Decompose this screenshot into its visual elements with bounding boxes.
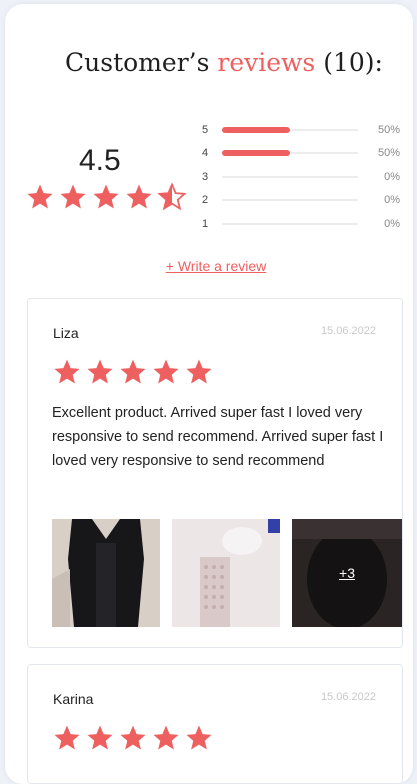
review-date: 15.06.2022 [320, 325, 376, 337]
distribution-percent: 50% [377, 123, 400, 136]
average-rating: 4.5 [79, 144, 121, 177]
star-icon [126, 184, 152, 209]
review-photo[interactable] [172, 519, 280, 627]
reviewer-name: Karina [53, 691, 94, 707]
star-icon [120, 725, 146, 750]
star-icon [27, 184, 53, 209]
star-icon [87, 359, 113, 384]
star-icon [54, 359, 80, 384]
distribution-star-label: 1 [202, 217, 209, 230]
star-icon [186, 359, 212, 384]
review-card: Karina 15.06.2022 [27, 664, 403, 784]
review-stars [52, 357, 214, 387]
average-rating-stars [25, 182, 187, 212]
shapewear-photo-white [172, 519, 280, 627]
star-icon [54, 725, 80, 750]
star-icon [153, 725, 179, 750]
star-icon [186, 725, 212, 750]
star-icon [60, 184, 86, 209]
distribution-fill [222, 150, 290, 157]
distribution-track [222, 199, 358, 202]
distribution-star-label: 2 [202, 194, 209, 207]
distribution-percent: 0% [384, 217, 400, 230]
title-accent: reviews [217, 48, 316, 77]
half-star-icon [157, 182, 187, 211]
distribution-track [222, 150, 358, 157]
reviewer-name: Liza [53, 325, 79, 341]
review-photo[interactable] [52, 519, 160, 627]
star-icon [87, 725, 113, 750]
distribution-star-label: 4 [202, 147, 209, 160]
review-card: Liza 15.06.2022 Excellent product. Arriv… [27, 298, 403, 648]
title-prefix: Customer’s [65, 48, 218, 77]
title-count: (10): [315, 48, 383, 77]
star-icon [120, 359, 146, 384]
review-stars [52, 723, 214, 753]
distribution-percent: 0% [384, 194, 400, 207]
reviews-title: Customer’s reviews (10): [5, 48, 413, 77]
distribution-percent: 0% [384, 170, 400, 183]
distribution-row-3: 3 0% [202, 165, 402, 189]
star-icon [153, 359, 179, 384]
star-icon [93, 184, 119, 209]
review-date: 15.06.2022 [320, 691, 376, 703]
write-review-link[interactable]: + Write a review [5, 258, 413, 274]
review-photo-more[interactable]: +3 [292, 519, 402, 627]
distribution-star-label: 5 [202, 123, 209, 136]
rating-distribution: 5 50% 4 50% 3 0% 2 0% 1 0% [202, 118, 402, 236]
more-photos-label: +3 [339, 565, 355, 581]
distribution-track [222, 126, 358, 133]
distribution-row-2: 2 0% [202, 189, 402, 213]
reviews-card: Customer’s reviews (10): 4.5 5 50% 4 50%… [5, 4, 413, 784]
shapewear-photo-black [52, 519, 160, 627]
distribution-percent: 50% [377, 147, 400, 160]
distribution-track [222, 222, 358, 225]
distribution-track [222, 175, 358, 178]
review-text: Excellent product. Arrived super fast I … [52, 405, 384, 469]
distribution-row-5: 5 50% [202, 118, 402, 142]
distribution-star-label: 3 [202, 170, 209, 183]
distribution-fill [222, 126, 290, 133]
distribution-row-1: 1 0% [202, 212, 402, 236]
distribution-row-4: 4 50% [202, 142, 402, 166]
review-photos: +3 [52, 519, 402, 627]
